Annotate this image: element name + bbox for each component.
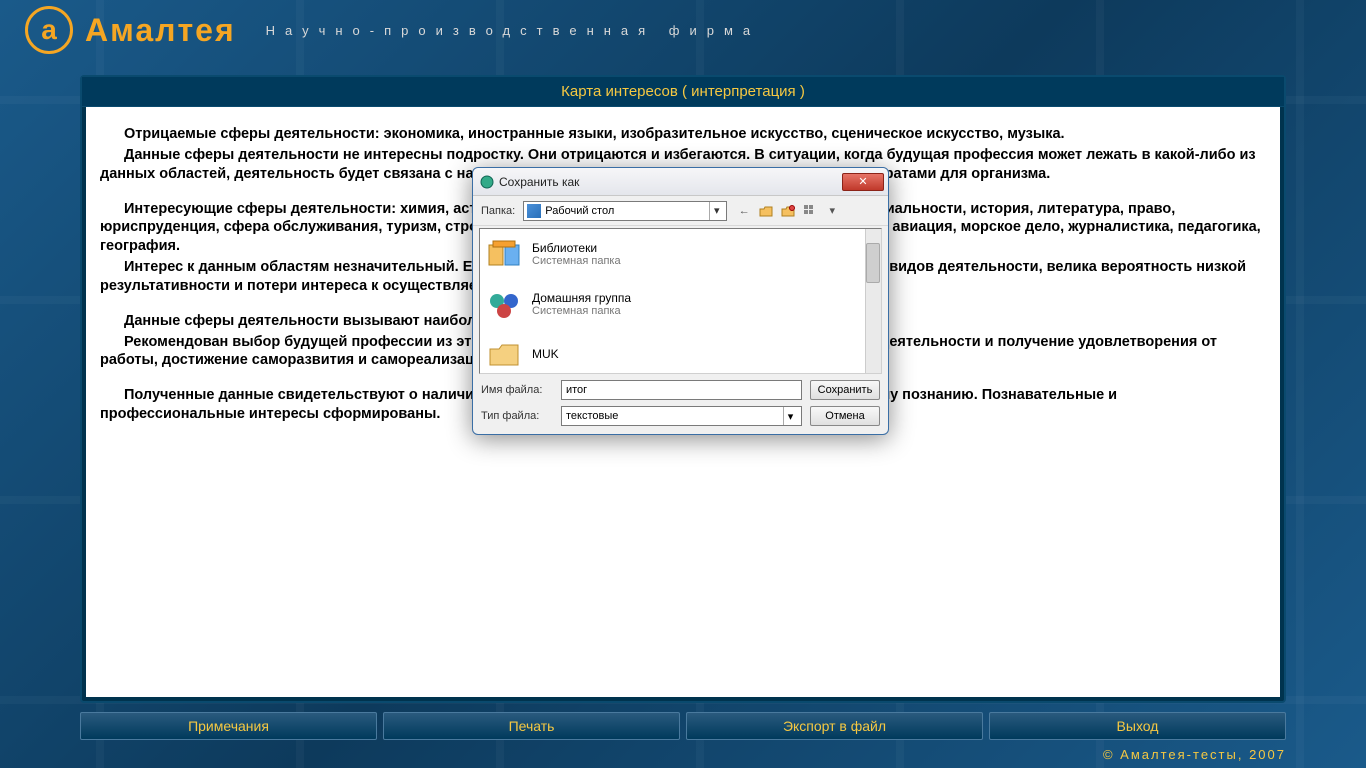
list-item[interactable]: Домашняя группа Системная папка: [480, 279, 881, 329]
chevron-down-icon: ▾: [709, 202, 723, 220]
filename-label: Имя файла:: [481, 384, 553, 396]
view-dropdown-icon[interactable]: ▾: [823, 202, 841, 220]
scrollbar-thumb[interactable]: [866, 243, 880, 283]
item-name: MUK: [532, 347, 559, 361]
item-name: Библиотеки: [532, 241, 621, 255]
list-item[interactable]: MUK: [480, 329, 881, 374]
filetype-value: текстовые: [566, 410, 783, 422]
save-button[interactable]: Сохранить: [810, 380, 880, 400]
cancel-button[interactable]: Отмена: [810, 406, 880, 426]
list-item[interactable]: Библиотеки Системная папка: [480, 229, 881, 279]
close-button[interactable]: ✕: [842, 173, 884, 191]
item-subtitle: Системная папка: [532, 305, 631, 317]
dialog-titlebar[interactable]: Сохранить как ✕: [473, 168, 888, 196]
dialog-toolbar: Папка: Рабочий стол ▾ ← ▾: [473, 196, 888, 226]
dialog-app-icon: [479, 174, 495, 190]
folder-label: Папка:: [481, 205, 515, 217]
dialog-title: Сохранить как: [499, 175, 842, 189]
desktop-icon: [527, 204, 541, 218]
print-button[interactable]: Печать: [383, 712, 680, 740]
folder-dropdown[interactable]: Рабочий стол ▾: [523, 201, 727, 221]
close-icon: ✕: [858, 175, 867, 188]
item-name: Домашняя группа: [532, 291, 631, 305]
dialog-footer: Имя файла: Сохранить Тип файла: текстовы…: [473, 376, 888, 434]
save-as-dialog: Сохранить как ✕ Папка: Рабочий стол ▾ ← …: [472, 167, 889, 435]
exit-button[interactable]: Выход: [989, 712, 1286, 740]
logo-icon: а: [25, 6, 73, 54]
libraries-icon: [486, 236, 522, 272]
export-button[interactable]: Экспорт в файл: [686, 712, 983, 740]
scrollbar[interactable]: [865, 229, 881, 373]
item-subtitle: Системная папка: [532, 255, 621, 267]
homegroup-icon: [486, 286, 522, 322]
view-options-icon[interactable]: [801, 202, 819, 220]
tagline: Научно-производственная фирма: [266, 23, 761, 38]
logo-text: Амалтея: [85, 12, 236, 49]
notes-button[interactable]: Примечания: [80, 712, 377, 740]
copyright: © Амалтея-тесты, 2007: [1103, 747, 1286, 762]
filetype-dropdown[interactable]: текстовые ▾: [561, 406, 802, 426]
filetype-label: Тип файла:: [481, 410, 553, 422]
folder-icon: [486, 336, 522, 372]
folder-value: Рабочий стол: [545, 205, 709, 217]
page-title: Карта интересов ( интерпретация ): [82, 77, 1284, 107]
chevron-down-icon: ▾: [783, 407, 797, 425]
app-header: а Амалтея Научно-производственная фирма: [0, 0, 1366, 60]
up-folder-icon[interactable]: [757, 202, 775, 220]
filename-input[interactable]: [561, 380, 802, 400]
back-icon[interactable]: ←: [735, 202, 753, 220]
paragraph: Отрицаемые сферы деятельности: экономика…: [100, 125, 1266, 144]
bottom-button-bar: Примечания Печать Экспорт в файл Выход: [80, 712, 1286, 740]
new-folder-icon[interactable]: [779, 202, 797, 220]
file-list[interactable]: Библиотеки Системная папка Домашняя груп…: [479, 228, 882, 374]
